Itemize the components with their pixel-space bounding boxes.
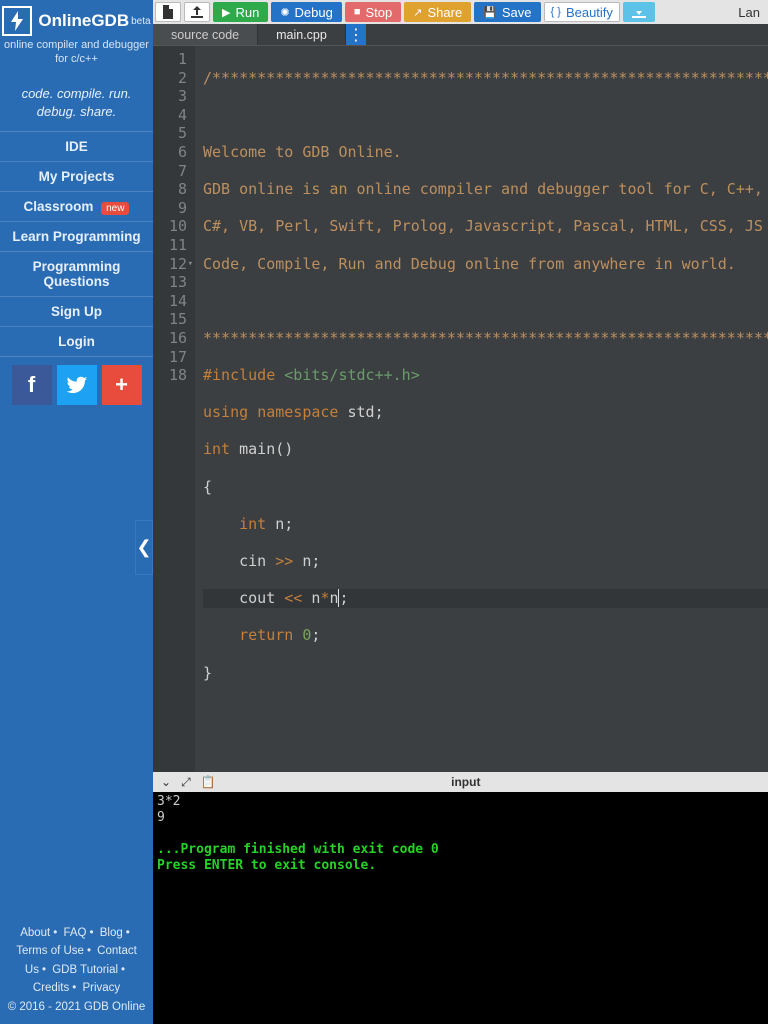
code-body[interactable]: /***************************************… [195, 46, 768, 772]
footer-faq[interactable]: FAQ [63, 927, 86, 939]
terminal[interactable]: 3*2 9 ...Program finished with exit code… [153, 792, 768, 1024]
logo-row: OnlineGDB beta [0, 0, 153, 38]
debug-button[interactable]: ✺Debug [271, 2, 342, 22]
addthis-icon[interactable]: + [102, 365, 142, 405]
nav-questions[interactable]: Programming Questions [0, 251, 153, 296]
download-button[interactable] [623, 2, 655, 22]
facebook-icon[interactable]: f [12, 365, 52, 405]
terminal-copy-icon[interactable]: 📋 [201, 775, 216, 790]
upload-button[interactable] [184, 2, 210, 22]
stop-icon: ■ [354, 6, 361, 18]
sidebar: OnlineGDB beta online compiler and debug… [0, 0, 153, 1024]
gutter: 1 2 3 4 5 6 7 8 9 10 11 12▾ 13 14 15 16 … [153, 46, 195, 772]
tab-source-code[interactable]: source code [153, 24, 258, 45]
footer-copyright: © 2016 - 2021 GDB Online [8, 1001, 146, 1013]
nav-projects[interactable]: My Projects [0, 161, 153, 191]
braces-icon: { } [551, 6, 561, 18]
footer-links: About• FAQ• Blog• Terms of Use• Contact … [0, 916, 153, 1024]
new-file-button[interactable] [155, 2, 181, 22]
nav-login[interactable]: Login [0, 326, 153, 357]
footer-privacy[interactable]: Privacy [82, 982, 120, 994]
logo-icon [2, 6, 32, 36]
collapse-sidebar-button[interactable]: ❮ [135, 520, 153, 575]
terminal-expand-icon[interactable]: ⤢ [181, 775, 191, 790]
tab-main-cpp[interactable]: main.cpp [258, 24, 346, 45]
fold-icon[interactable]: ▾ [188, 255, 193, 274]
footer-terms[interactable]: Terms of Use [16, 945, 84, 957]
beta-badge: beta [131, 16, 150, 27]
tabbar: source code main.cpp ⋮ [153, 24, 768, 46]
share-button[interactable]: ↗Share [404, 2, 471, 22]
brand-subtitle: online compiler and debugger for c/c++ [0, 38, 153, 75]
footer-tutorial[interactable]: GDB Tutorial [52, 964, 118, 976]
terminal-title: input [224, 775, 708, 789]
social-row: f + [0, 357, 153, 413]
main-area: ▶Run ✺Debug ■Stop ↗Share 💾Save { }Beauti… [153, 0, 768, 1024]
nav-classroom[interactable]: Classroom new [0, 191, 153, 221]
save-icon: 💾 [483, 6, 497, 19]
code-editor[interactable]: 1 2 3 4 5 6 7 8 9 10 11 12▾ 13 14 15 16 … [153, 46, 768, 772]
share-icon: ↗ [413, 6, 422, 19]
language-selector[interactable]: Lan [732, 2, 766, 22]
footer-about[interactable]: About [20, 927, 50, 939]
nav-ide[interactable]: IDE [0, 131, 153, 161]
new-badge: new [101, 202, 129, 215]
stop-button[interactable]: ■Stop [345, 2, 401, 22]
nav-learn[interactable]: Learn Programming [0, 221, 153, 251]
play-icon: ▶ [222, 6, 230, 19]
nav-signup[interactable]: Sign Up [0, 296, 153, 326]
beautify-button[interactable]: { }Beautify [544, 2, 620, 22]
tagline: code. compile. run. debug. share. [0, 75, 153, 131]
save-button[interactable]: 💾Save [474, 2, 540, 22]
nav: IDE My Projects Classroom new Learn Prog… [0, 131, 153, 357]
run-button[interactable]: ▶Run [213, 2, 268, 22]
bug-icon: ✺ [280, 6, 289, 19]
footer-credits[interactable]: Credits [33, 982, 69, 994]
brand-name: OnlineGDB [38, 11, 129, 31]
footer-blog[interactable]: Blog [100, 927, 123, 939]
toolbar: ▶Run ✺Debug ■Stop ↗Share 💾Save { }Beauti… [153, 0, 768, 24]
tab-menu-button[interactable]: ⋮ [346, 24, 366, 45]
terminal-collapse-icon[interactable]: ⌄ [161, 775, 171, 790]
terminal-header: ⌄ ⤢ 📋 input [153, 772, 768, 792]
twitter-icon[interactable] [57, 365, 97, 405]
